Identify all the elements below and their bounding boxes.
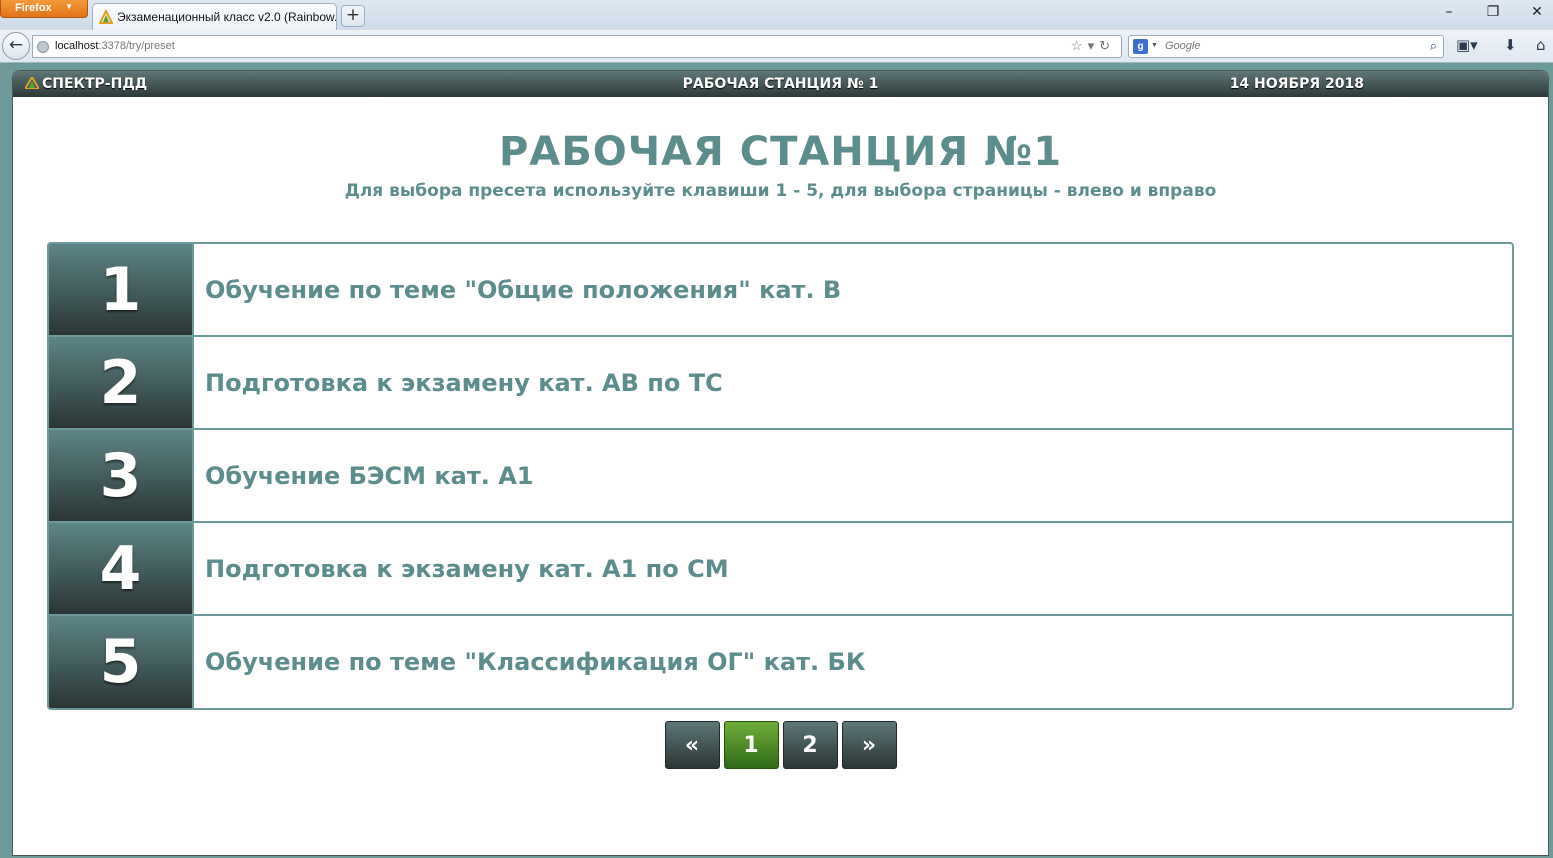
url-host: localhost <box>55 40 99 52</box>
page-button-2[interactable]: 2 <box>782 721 838 769</box>
minimize-icon[interactable]: – <box>1434 4 1464 24</box>
preset-item-5[interactable]: 5 Обучение по теме "Классификация ОГ" ка… <box>49 616 1512 708</box>
pagination: « 1 2 » <box>13 721 1548 769</box>
url-bar[interactable]: localhost:3378/try/preset ☆▾↻ <box>32 35 1122 58</box>
preset-label: Обучение по теме "Общие положения" кат. … <box>205 275 842 304</box>
home-icon[interactable]: ⌂ <box>1536 36 1546 54</box>
chevron-down-icon: ▼ <box>1151 42 1158 49</box>
preset-number: 2 <box>49 337 194 428</box>
preset-item-3[interactable]: 3 Обучение БЭСМ кат. А1 <box>49 430 1512 523</box>
globe-icon <box>37 41 49 53</box>
search-input[interactable]: g ▼ Google ⌕ <box>1128 35 1444 58</box>
page-button-1[interactable]: 1 <box>723 721 779 769</box>
app-window: СПЕКТР-ПДД РАБОЧАЯ СТАНЦИЯ № 1 14 НОЯБРЯ… <box>12 70 1549 856</box>
preset-label: Обучение по теме "Классификация ОГ" кат.… <box>205 648 866 676</box>
spectr-logo-icon <box>99 10 113 24</box>
browser-navbar: ← localhost:3378/try/preset ☆▾↻ g ▼ Goog… <box>0 30 1553 63</box>
preset-number: 4 <box>49 523 194 614</box>
preset-number: 3 <box>49 430 194 521</box>
firefox-menu-button[interactable]: Firefox ▼ <box>0 0 88 18</box>
preset-label: Подготовка к экзамену кат. А1 по СМ <box>205 554 729 583</box>
google-icon: g <box>1133 39 1148 54</box>
preset-list: 1 Обучение по теме "Общие положения" кат… <box>47 242 1514 710</box>
preset-item-2[interactable]: 2 Подготовка к экзамену кат. АВ по ТС <box>49 337 1512 430</box>
firefox-menu-label: Firefox <box>15 2 52 14</box>
bookmarks-icon[interactable]: ▣▾ <box>1456 36 1478 54</box>
browser-titlebar: Firefox ▼ Экзаменационный класс v2.0 (Ra… <box>0 0 1553 30</box>
page-hint: Для выбора пресета используйте клавиши 1… <box>344 181 1217 201</box>
preset-number: 1 <box>49 244 194 335</box>
app-header: СПЕКТР-ПДД РАБОЧАЯ СТАНЦИЯ № 1 14 НОЯБРЯ… <box>13 71 1548 97</box>
bookmark-star-icon[interactable]: ☆▾↻ <box>1071 38 1115 54</box>
new-tab-button[interactable]: + <box>341 5 365 27</box>
preset-label: Подготовка к экзамену кат. АВ по ТС <box>205 368 723 397</box>
prev-page-button[interactable]: « <box>664 721 720 769</box>
close-icon[interactable]: ✕ <box>1522 4 1552 24</box>
browser-tab[interactable]: Экзаменационный класс v2.0 (Rainbow... <box>92 3 337 30</box>
url-path: :3378/try/preset <box>98 40 175 52</box>
restore-icon[interactable]: ❐ <box>1478 4 1508 24</box>
download-icon[interactable]: ⬇ <box>1504 36 1517 54</box>
preset-label: Обучение БЭСМ кат. А1 <box>205 461 534 490</box>
search-placeholder: Google <box>1165 40 1201 52</box>
page-title: РАБОЧАЯ СТАНЦИЯ №1 <box>498 129 1063 175</box>
back-arrow-icon[interactable]: ← <box>2 32 30 60</box>
preset-item-1[interactable]: 1 Обучение по теме "Общие положения" кат… <box>49 244 1512 337</box>
chevron-down-icon: ▼ <box>65 2 73 11</box>
preset-item-4[interactable]: 4 Подготовка к экзамену кат. А1 по СМ <box>49 523 1512 616</box>
tab-title: Экзаменационный класс v2.0 (Rainbow... <box>117 10 337 24</box>
search-icon[interactable]: ⌕ <box>1430 38 1437 54</box>
current-date: 14 НОЯБРЯ 2018 <box>1229 76 1364 92</box>
preset-number: 5 <box>49 616 194 708</box>
next-page-button[interactable]: » <box>841 721 897 769</box>
